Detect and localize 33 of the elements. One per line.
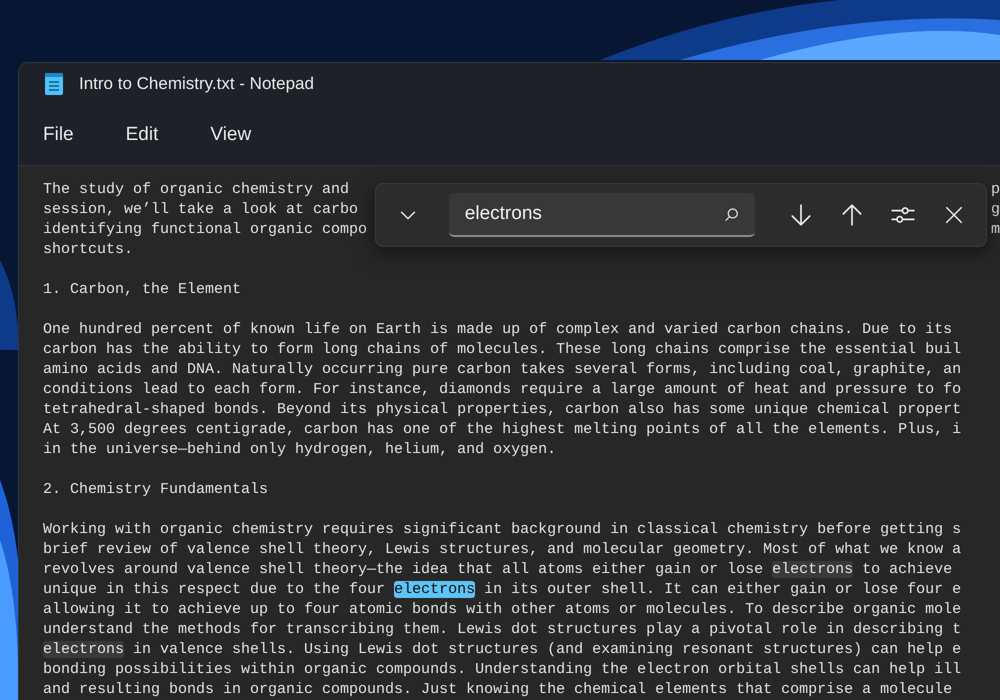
text-line: session, we’ll take a look at carbo	[43, 200, 358, 220]
text-line: brief review of valence shell theory, Lewis structures, and molecular geometry. Most of what we know a	[43, 540, 962, 560]
text-editor[interactable]	[19, 165, 1000, 700]
text-line: Working with organic chemistry requires significant background in classical chemistry before getting s	[43, 520, 962, 540]
text-line: identifying functional organic compo	[43, 220, 368, 240]
notepad-icon	[43, 72, 65, 96]
text-line: bonding possibilities within organic compounds. Understanding the electron orbital shells can help ill	[43, 660, 962, 680]
text-fragment: g	[990, 200, 1000, 220]
text-line: carbon has the ability to form long chains of molecules. These long chains comprise the essential buil	[43, 340, 962, 360]
text-line: in the universe—behind only hydrogen, helium, and oxygen.	[43, 440, 556, 460]
text-line: The study of organic chemistry and	[43, 180, 350, 200]
text-line: shortcuts.	[43, 240, 134, 260]
text-line: 2. Chemistry Fundamentals	[43, 480, 268, 500]
text-line: tetrahedral-shaped bonds. Beyond its physical properties, carbon also has some unique chemical propert	[43, 400, 962, 420]
search-icon	[722, 206, 741, 224]
text-line: conditions lead to each form. For instance, diamonds require a large amount of heat and pressure to fo	[43, 380, 962, 400]
text-line: unique in this respect due to the four electrons in its outer shell. It can either gain or lose four e	[43, 580, 962, 600]
text-line: At 3,500 degrees centigrade, carbon has one of the highest melting points of all the elements. Plus, i	[43, 420, 962, 440]
text-line: 1. Carbon, the Element	[43, 280, 242, 300]
text-line: One hundred percent of known life on Earth is made up of complex and varied carbon chains. Due to its	[43, 320, 952, 340]
text-line: understand the methods for transcribing them. Lewis dot structures play a pivotal role in describing t	[43, 620, 962, 640]
text-line: allowing it to achieve up to four atomic bonds with other atoms or molecules. To describe organic mole	[43, 600, 962, 620]
text-fragment: p	[990, 180, 1000, 200]
text-fragment: m	[990, 220, 1000, 240]
search-field[interactable]: electrons	[448, 193, 755, 237]
menu-item[interactable]: Edit	[116, 118, 168, 152]
window-title: Intro to Chemistry.txt - Notepad	[79, 74, 314, 94]
text-line: revolves around valence shell theory—the idea that all atoms either gain or lose electrons to achieve	[43, 560, 952, 580]
text-line: electrons in valence shells. Using Lewis dot structures (and examining resonant structures) can help e	[43, 640, 962, 660]
menu-item[interactable]: File	[33, 118, 84, 152]
text-line: and resulting bonds in organic compounds. Just knowing the chemical elements that comprise a molecule	[43, 680, 952, 700]
text-line: amino acids and DNA. Naturally occurring pure carbon takes several forms, including coal, graphite, an	[43, 360, 962, 380]
menu-item[interactable]: View	[200, 118, 262, 152]
